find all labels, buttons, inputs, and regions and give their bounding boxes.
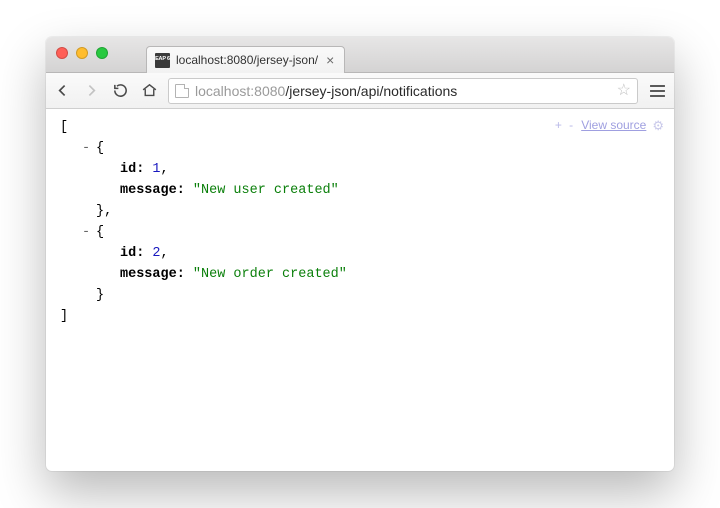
reload-button[interactable] <box>112 82 129 99</box>
tabstrip: EAP 6 localhost:8080/jersey-json/ × <box>146 37 345 72</box>
collapser-icon[interactable]: - <box>82 222 92 243</box>
page-content: + - View source ⚙ [ -{ id: 1, message: <box>46 109 674 471</box>
json-key: message: <box>120 267 185 282</box>
window-controls <box>56 47 108 59</box>
bookmark-star-icon[interactable]: ☆ <box>617 83 631 99</box>
browser-tab[interactable]: EAP 6 localhost:8080/jersey-json/ × <box>146 46 345 73</box>
json-number: 2 <box>152 246 160 261</box>
address-bar[interactable]: localhost:8080/jersey-json/api/notificat… <box>168 78 638 104</box>
close-window-button[interactable] <box>56 47 68 59</box>
json-bracket-close: ] <box>60 309 68 324</box>
tab-title: localhost:8080/jersey-json/ <box>176 53 318 67</box>
back-button[interactable] <box>54 82 71 99</box>
forward-button[interactable] <box>83 82 100 99</box>
json-brace-close: }, <box>96 204 112 219</box>
expand-collapse-buttons[interactable]: + - <box>555 115 575 136</box>
json-string: "New user created" <box>193 183 339 198</box>
json-key: id: <box>120 246 144 261</box>
json-brace-close: } <box>96 288 104 303</box>
json-key: id: <box>120 162 144 177</box>
tab-close-button[interactable]: × <box>324 53 336 67</box>
gear-icon[interactable]: ⚙ <box>652 115 664 136</box>
collapser-icon[interactable]: - <box>82 138 92 159</box>
json-output: [ -{ id: 1, message: "New user created" … <box>60 117 660 327</box>
url-text: localhost:8080/jersey-json/api/notificat… <box>195 83 611 99</box>
home-button[interactable] <box>141 82 158 99</box>
favicon-icon: EAP 6 <box>155 53 170 68</box>
site-info-icon[interactable] <box>175 84 189 98</box>
view-source-link[interactable]: View source <box>581 115 646 136</box>
json-number: 1 <box>152 162 160 177</box>
titlebar: EAP 6 localhost:8080/jersey-json/ × <box>46 37 674 73</box>
zoom-window-button[interactable] <box>96 47 108 59</box>
json-brace-open: { <box>96 225 104 240</box>
json-viewer-toolbar: + - View source ⚙ <box>555 115 664 136</box>
json-brace-open: { <box>96 141 104 156</box>
json-string: "New order created" <box>193 267 347 282</box>
json-bracket-open: [ <box>60 120 68 135</box>
nav-buttons <box>54 82 158 99</box>
hamburger-menu-button[interactable] <box>648 85 666 97</box>
browser-window: EAP 6 localhost:8080/jersey-json/ × <box>46 37 674 471</box>
minimize-window-button[interactable] <box>76 47 88 59</box>
toolbar: localhost:8080/jersey-json/api/notificat… <box>46 73 674 109</box>
json-key: message: <box>120 183 185 198</box>
